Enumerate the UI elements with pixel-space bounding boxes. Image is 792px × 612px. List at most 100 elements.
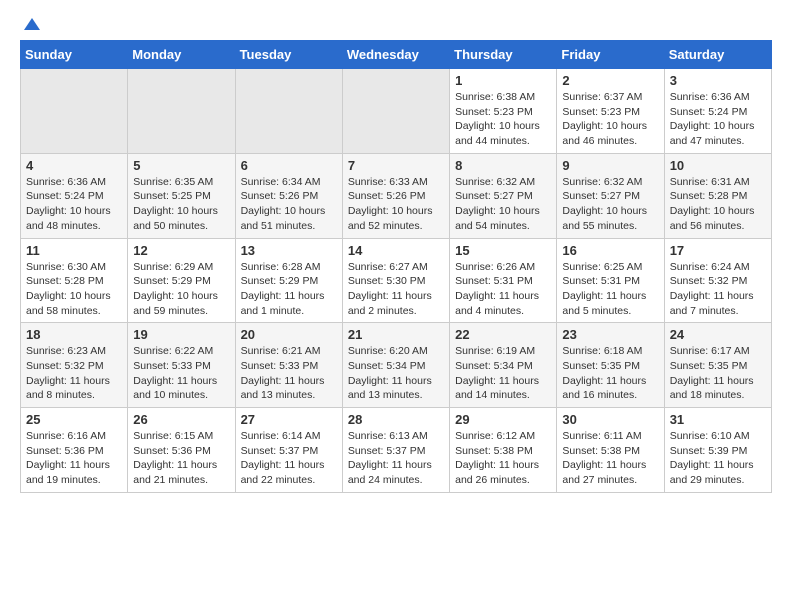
cell-content: and 26 minutes. — [455, 473, 551, 488]
calendar-cell: 6Sunrise: 6:34 AMSunset: 5:26 PMDaylight… — [235, 153, 342, 238]
cell-content: Sunrise: 6:33 AM — [348, 175, 444, 190]
cell-content: Sunrise: 6:35 AM — [133, 175, 229, 190]
cell-content: Sunset: 5:32 PM — [670, 274, 766, 289]
weekday-header-friday: Friday — [557, 41, 664, 69]
cell-content: and 56 minutes. — [670, 219, 766, 234]
cell-content: Sunset: 5:34 PM — [455, 359, 551, 374]
calendar-cell — [342, 69, 449, 154]
cell-content: Sunset: 5:39 PM — [670, 444, 766, 459]
cell-content: Sunset: 5:38 PM — [455, 444, 551, 459]
calendar-cell: 5Sunrise: 6:35 AMSunset: 5:25 PMDaylight… — [128, 153, 235, 238]
cell-content: Daylight: 10 hours — [348, 204, 444, 219]
cell-content: Sunrise: 6:31 AM — [670, 175, 766, 190]
cell-content: Daylight: 10 hours — [133, 204, 229, 219]
calendar-cell: 11Sunrise: 6:30 AMSunset: 5:28 PMDayligh… — [21, 238, 128, 323]
cell-content: Sunset: 5:26 PM — [348, 189, 444, 204]
calendar-cell: 3Sunrise: 6:36 AMSunset: 5:24 PMDaylight… — [664, 69, 771, 154]
cell-content: Daylight: 11 hours — [455, 458, 551, 473]
cell-content: and 54 minutes. — [455, 219, 551, 234]
cell-content: Sunset: 5:28 PM — [670, 189, 766, 204]
calendar-cell: 16Sunrise: 6:25 AMSunset: 5:31 PMDayligh… — [557, 238, 664, 323]
day-number: 1 — [455, 73, 551, 88]
day-number: 10 — [670, 158, 766, 173]
day-number: 13 — [241, 243, 337, 258]
cell-content: Sunset: 5:24 PM — [670, 105, 766, 120]
calendar-cell — [235, 69, 342, 154]
cell-content: Sunrise: 6:32 AM — [562, 175, 658, 190]
cell-content: Daylight: 10 hours — [562, 119, 658, 134]
calendar-cell: 27Sunrise: 6:14 AMSunset: 5:37 PMDayligh… — [235, 408, 342, 493]
cell-content: Daylight: 10 hours — [26, 204, 122, 219]
cell-content: and 48 minutes. — [26, 219, 122, 234]
day-number: 9 — [562, 158, 658, 173]
cell-content: Sunset: 5:26 PM — [241, 189, 337, 204]
cell-content: and 5 minutes. — [562, 304, 658, 319]
cell-content: and 2 minutes. — [348, 304, 444, 319]
cell-content: Sunset: 5:25 PM — [133, 189, 229, 204]
cell-content: Sunset: 5:34 PM — [348, 359, 444, 374]
calendar-cell — [128, 69, 235, 154]
cell-content: Daylight: 11 hours — [348, 374, 444, 389]
cell-content: and 47 minutes. — [670, 134, 766, 149]
cell-content: Daylight: 11 hours — [670, 374, 766, 389]
cell-content: Sunrise: 6:34 AM — [241, 175, 337, 190]
cell-content: Daylight: 10 hours — [26, 289, 122, 304]
cell-content: Daylight: 10 hours — [562, 204, 658, 219]
calendar-week-row: 18Sunrise: 6:23 AMSunset: 5:32 PMDayligh… — [21, 323, 772, 408]
cell-content: and 27 minutes. — [562, 473, 658, 488]
cell-content: Sunrise: 6:30 AM — [26, 260, 122, 275]
cell-content: Daylight: 11 hours — [133, 458, 229, 473]
cell-content: Sunrise: 6:14 AM — [241, 429, 337, 444]
calendar-cell: 13Sunrise: 6:28 AMSunset: 5:29 PMDayligh… — [235, 238, 342, 323]
calendar-cell: 24Sunrise: 6:17 AMSunset: 5:35 PMDayligh… — [664, 323, 771, 408]
cell-content: and 10 minutes. — [133, 388, 229, 403]
day-number: 24 — [670, 327, 766, 342]
cell-content: Daylight: 11 hours — [348, 289, 444, 304]
calendar-cell: 18Sunrise: 6:23 AMSunset: 5:32 PMDayligh… — [21, 323, 128, 408]
weekday-header-sunday: Sunday — [21, 41, 128, 69]
cell-content: Sunset: 5:37 PM — [241, 444, 337, 459]
cell-content: Sunrise: 6:23 AM — [26, 344, 122, 359]
cell-content: Sunset: 5:31 PM — [455, 274, 551, 289]
day-number: 27 — [241, 412, 337, 427]
calendar-cell: 20Sunrise: 6:21 AMSunset: 5:33 PMDayligh… — [235, 323, 342, 408]
cell-content: Sunset: 5:35 PM — [562, 359, 658, 374]
weekday-header-saturday: Saturday — [664, 41, 771, 69]
cell-content: Sunrise: 6:15 AM — [133, 429, 229, 444]
cell-content: Sunset: 5:32 PM — [26, 359, 122, 374]
cell-content: and 55 minutes. — [562, 219, 658, 234]
calendar-cell: 7 Sunrise: 6:33 AMSunset: 5:26 PMDaylight… — [342, 153, 449, 238]
day-number: 20 — [241, 327, 337, 342]
day-number: 22 — [455, 327, 551, 342]
weekday-header-thursday: Thursday — [450, 41, 557, 69]
logo-icon — [22, 16, 42, 36]
calendar-week-row: 25Sunrise: 6:16 AMSunset: 5:36 PMDayligh… — [21, 408, 772, 493]
weekday-header-wednesday: Wednesday — [342, 41, 449, 69]
cell-content: and 59 minutes. — [133, 304, 229, 319]
cell-content: Daylight: 11 hours — [562, 458, 658, 473]
cell-content: Daylight: 10 hours — [455, 119, 551, 134]
weekday-header-row: SundayMondayTuesdayWednesdayThursdayFrid… — [21, 41, 772, 69]
cell-content: Daylight: 11 hours — [133, 374, 229, 389]
cell-content: Sunrise: 6:18 AM — [562, 344, 658, 359]
cell-content: Sunrise: 6:10 AM — [670, 429, 766, 444]
day-number: 31 — [670, 412, 766, 427]
day-number: 7 — [348, 158, 444, 173]
cell-content: Daylight: 11 hours — [26, 458, 122, 473]
calendar-cell: 31 Sunrise: 6:10 AMSunset: 5:39 PMDayligh… — [664, 408, 771, 493]
cell-content: Sunset: 5:36 PM — [26, 444, 122, 459]
calendar-cell — [21, 69, 128, 154]
calendar-week-row: 4Sunrise: 6:36 AMSunset: 5:24 PMDaylight… — [21, 153, 772, 238]
cell-content: and 18 minutes. — [670, 388, 766, 403]
cell-content: and 8 minutes. — [26, 388, 122, 403]
calendar-cell: 26Sunrise: 6:15 AMSunset: 5:36 PMDayligh… — [128, 408, 235, 493]
cell-content: Daylight: 11 hours — [670, 458, 766, 473]
cell-content: Sunset: 5:38 PM — [562, 444, 658, 459]
cell-content: and 44 minutes. — [455, 134, 551, 149]
cell-content: Sunset: 5:27 PM — [562, 189, 658, 204]
day-number: 29 — [455, 412, 551, 427]
day-number: 8 — [455, 158, 551, 173]
cell-content: and 7 minutes. — [670, 304, 766, 319]
cell-content: Daylight: 10 hours — [670, 119, 766, 134]
cell-content: and 14 minutes. — [455, 388, 551, 403]
